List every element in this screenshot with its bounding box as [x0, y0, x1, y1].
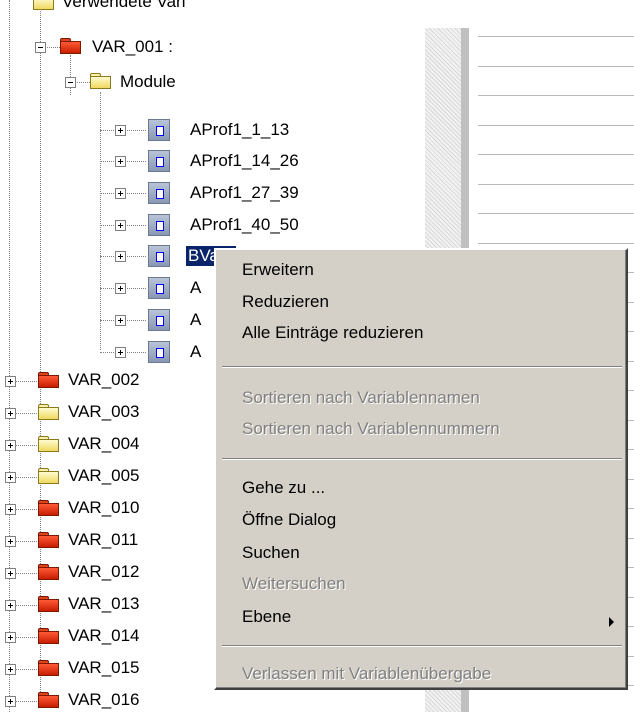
expand-icon[interactable] [5, 600, 16, 611]
tree-item-var[interactable]: VAR_013 [68, 594, 140, 614]
tree-item-module[interactable]: A [190, 342, 201, 362]
list-row-line [478, 36, 634, 37]
submenu-arrow-icon [609, 617, 614, 627]
menu-item-erweitern[interactable]: Erweitern [242, 259, 314, 281]
folder-icon [38, 628, 60, 644]
tree-item-var[interactable]: VAR_015 [68, 658, 140, 678]
tree-item-var[interactable]: VAR_011 [68, 530, 138, 550]
folder-icon [38, 372, 60, 388]
expand-icon[interactable] [5, 408, 16, 419]
menu-item-sort-name: Sortieren nach Variablennamen [242, 388, 480, 407]
expand-icon[interactable] [115, 125, 126, 136]
tree-item-var[interactable]: VAR_014 [68, 626, 140, 646]
module-icon [148, 245, 170, 267]
list-row-line [478, 213, 634, 214]
tree-item-var[interactable]: VAR_005 [68, 466, 140, 486]
tree-item-module[interactable]: AProf1_27_39 [190, 183, 299, 203]
tree-item-var[interactable]: VAR_003 [68, 402, 140, 422]
list-row-line [478, 66, 634, 67]
menu-item-oeffne-dialog[interactable]: Öffne Dialog [242, 509, 336, 531]
folder-icon [38, 692, 60, 708]
expand-icon[interactable] [5, 504, 16, 515]
folder-icon [38, 564, 60, 580]
tree-item-module-folder[interactable]: Module [120, 72, 176, 92]
module-icon [148, 150, 170, 172]
list-row-line [478, 95, 634, 96]
collapse-icon[interactable] [65, 77, 76, 88]
tree-item-var[interactable]: VAR_010 [68, 498, 140, 518]
list-row-line [478, 243, 634, 244]
folder-icon [38, 660, 60, 676]
expand-icon[interactable] [115, 220, 126, 231]
tree-item-module[interactable]: A [190, 310, 201, 330]
list-row-line [478, 125, 634, 126]
tree-item-var[interactable]: VAR_012 [68, 562, 140, 582]
menu-item-ebene[interactable]: Ebene [242, 606, 291, 628]
tree-item-var001[interactable]: VAR_001 : [92, 37, 173, 57]
menu-item-alle-reduzieren[interactable]: Alle Einträge reduzieren [242, 322, 423, 344]
expand-icon[interactable] [5, 632, 16, 643]
folder-icon [38, 436, 60, 452]
expand-icon[interactable] [5, 376, 16, 387]
module-icon [148, 341, 170, 363]
tree-guide [40, 0, 41, 700]
folder-icon [38, 468, 60, 484]
module-icon [148, 277, 170, 299]
folder-icon [38, 532, 60, 548]
menu-separator [222, 458, 622, 460]
tree-item-module[interactable]: A [190, 278, 201, 298]
menu-item-weitersuchen: Weitersuchen [242, 574, 346, 593]
expand-icon[interactable] [115, 251, 126, 262]
module-icon [148, 309, 170, 331]
list-row-line [478, 184, 634, 185]
expand-icon[interactable] [115, 156, 126, 167]
tree-item-var[interactable]: VAR_002 [68, 370, 140, 390]
menu-item-suchen[interactable]: Suchen [242, 542, 300, 564]
folder-open-icon [90, 73, 112, 89]
tree-item-var[interactable]: VAR_016 [68, 690, 140, 710]
tree-guide [70, 55, 71, 95]
expand-icon[interactable] [5, 568, 16, 579]
module-icon [148, 182, 170, 204]
folder-icon [60, 38, 82, 54]
folder-icon [33, 0, 55, 10]
tree-root-label[interactable]: Verwendete Vari [62, 0, 185, 12]
folder-icon [38, 500, 60, 516]
menu-item-sort-number: Sortieren nach Variablennummern [242, 419, 500, 438]
module-icon [148, 119, 170, 141]
menu-separator [222, 366, 622, 368]
expand-icon[interactable] [115, 347, 126, 358]
tree-item-module[interactable]: AProf1_14_26 [190, 151, 299, 171]
context-menu: Erweitern Reduzieren Alle Einträge reduz… [214, 248, 628, 690]
expand-icon[interactable] [5, 440, 16, 451]
expand-icon[interactable] [115, 315, 126, 326]
folder-icon [38, 596, 60, 612]
collapse-icon[interactable] [35, 42, 46, 53]
tree-item-module[interactable]: AProf1_40_50 [190, 215, 299, 235]
expand-icon[interactable] [115, 283, 126, 294]
expand-icon[interactable] [5, 536, 16, 547]
expand-icon[interactable] [5, 696, 16, 707]
menu-separator [222, 645, 622, 647]
menu-item-reduzieren[interactable]: Reduzieren [242, 291, 329, 313]
expand-icon[interactable] [5, 472, 16, 483]
list-row-line [478, 154, 634, 155]
tree-item-module[interactable]: AProf1_1_13 [190, 120, 289, 140]
expand-icon[interactable] [115, 188, 126, 199]
folder-icon [38, 404, 60, 420]
menu-item-gehe-zu[interactable]: Gehe zu ... [242, 477, 325, 499]
expand-icon[interactable] [5, 664, 16, 675]
tree-item-var[interactable]: VAR_004 [68, 434, 140, 454]
menu-item-verlassen: Verlassen mit Variablenübergabe [242, 664, 492, 683]
module-icon [148, 214, 170, 236]
